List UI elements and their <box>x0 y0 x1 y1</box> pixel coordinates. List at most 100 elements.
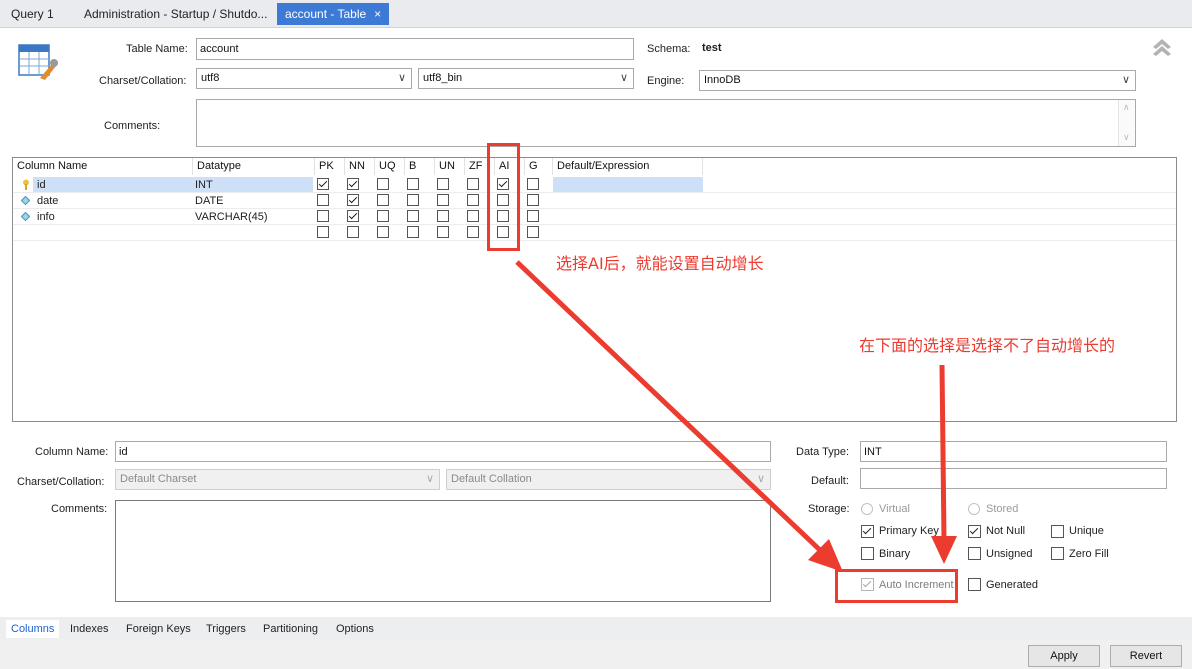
column-comments-label: Comments: <box>51 503 108 515</box>
g-checkbox[interactable] <box>527 178 539 190</box>
header-b[interactable]: B <box>405 158 435 175</box>
not-null-checkbox[interactable] <box>968 525 981 538</box>
column-name-label: Column Name: <box>35 446 109 458</box>
uq-checkbox[interactable] <box>377 178 389 190</box>
g-checkbox[interactable] <box>527 194 539 206</box>
b-checkbox[interactable] <box>407 226 419 238</box>
column-charset-value: Default Charset <box>120 473 197 485</box>
table-row[interactable]: date DATE <box>13 193 1176 209</box>
generated-label: Generated <box>986 579 1038 591</box>
revert-button[interactable]: Revert <box>1110 645 1182 667</box>
close-icon[interactable]: × <box>374 7 381 21</box>
charset-label: Charset/Collation: <box>99 75 187 87</box>
table-row-new[interactable] <box>13 225 1176 241</box>
tab-options[interactable]: Options <box>331 620 379 638</box>
table-row[interactable]: id INT <box>13 177 1176 193</box>
zero-fill-label: Zero Fill <box>1069 548 1109 560</box>
unique-label: Unique <box>1069 525 1104 537</box>
uq-checkbox[interactable] <box>377 226 389 238</box>
datatype-cell[interactable]: DATE <box>195 193 224 209</box>
un-checkbox[interactable] <box>437 210 449 222</box>
header-nn[interactable]: NN <box>345 158 375 175</box>
tab-account-table[interactable]: account - Table × <box>277 3 390 25</box>
tab-label: Query 1 <box>11 7 54 21</box>
tab-label: Administration - Startup / Shutdo... <box>84 7 268 21</box>
column-comments-textarea[interactable] <box>115 500 771 602</box>
header-datatype[interactable]: Datatype <box>193 158 315 175</box>
nn-checkbox[interactable] <box>347 194 359 206</box>
datatype-cell[interactable]: VARCHAR(45) <box>195 209 268 225</box>
pk-checkbox[interactable] <box>317 178 329 190</box>
tab-foreign-keys[interactable]: Foreign Keys <box>121 620 196 638</box>
nn-checkbox[interactable] <box>347 210 359 222</box>
column-charset-select[interactable]: Default Charset ∨ <box>115 469 440 490</box>
table-comments-label: Comments: <box>104 120 161 132</box>
engine-value: InnoDB <box>704 74 741 86</box>
auto-increment-highlight-box <box>835 569 958 603</box>
binary-checkbox[interactable] <box>861 547 874 560</box>
columns-grid[interactable]: Column Name Datatype PK NN UQ B UN ZF AI… <box>12 157 1177 422</box>
collapse-icon[interactable] <box>1151 36 1173 58</box>
apply-button[interactable]: Apply <box>1028 645 1100 667</box>
tab-administration[interactable]: Administration - Startup / Shutdo... <box>76 3 275 25</box>
b-checkbox[interactable] <box>407 210 419 222</box>
stored-label: Stored <box>986 503 1019 515</box>
unsigned-checkbox[interactable] <box>968 547 981 560</box>
annotation-note-below: 在下面的选择是选择不了自动增长的 <box>859 336 1116 355</box>
pk-checkbox[interactable] <box>317 194 329 206</box>
header-pk[interactable]: PK <box>315 158 345 175</box>
tab-partitioning[interactable]: Partitioning <box>258 620 323 638</box>
generated-checkbox[interactable] <box>968 578 981 591</box>
g-checkbox[interactable] <box>527 210 539 222</box>
column-name-cell[interactable]: date <box>37 193 58 209</box>
column-name-input[interactable]: id <box>115 441 771 462</box>
scrollbar[interactable]: ∧ ∨ <box>1118 100 1135 146</box>
tab-indexes[interactable]: Indexes <box>65 620 114 638</box>
column-name-cell[interactable]: info <box>37 209 55 225</box>
uq-checkbox[interactable] <box>377 210 389 222</box>
nn-checkbox[interactable] <box>347 226 359 238</box>
tab-triggers[interactable]: Triggers <box>201 620 251 638</box>
collation-select[interactable]: utf8_bin ∨ <box>418 68 634 89</box>
tab-columns[interactable]: Columns <box>6 620 60 638</box>
datatype-cell[interactable]: INT <box>195 177 213 193</box>
g-checkbox[interactable] <box>527 226 539 238</box>
stored-radio[interactable] <box>968 503 980 515</box>
header-un[interactable]: UN <box>435 158 465 175</box>
column-collation-select[interactable]: Default Collation ∨ <box>446 469 771 490</box>
header-default[interactable]: Default/Expression <box>553 158 703 175</box>
uq-checkbox[interactable] <box>377 194 389 206</box>
pk-checkbox[interactable] <box>317 226 329 238</box>
key-icon <box>22 179 30 191</box>
tab-query-1[interactable]: Query 1 <box>3 3 62 25</box>
zero-fill-checkbox[interactable] <box>1051 547 1064 560</box>
engine-select[interactable]: InnoDB ∨ <box>699 70 1136 91</box>
pk-checkbox[interactable] <box>317 210 329 222</box>
zf-checkbox[interactable] <box>467 210 479 222</box>
zf-checkbox[interactable] <box>467 226 479 238</box>
header-g[interactable]: G <box>525 158 553 175</box>
zf-checkbox[interactable] <box>467 178 479 190</box>
arrowhead <box>808 539 843 572</box>
b-checkbox[interactable] <box>407 194 419 206</box>
table-row[interactable]: info VARCHAR(45) <box>13 209 1176 225</box>
un-checkbox[interactable] <box>437 194 449 206</box>
unique-checkbox[interactable] <box>1051 525 1064 538</box>
header-uq[interactable]: UQ <box>375 158 405 175</box>
table-comments-textarea[interactable]: ∧ ∨ <box>196 99 1136 147</box>
zf-checkbox[interactable] <box>467 194 479 206</box>
header-column-name[interactable]: Column Name <box>13 158 193 175</box>
data-type-input[interactable]: INT <box>860 441 1167 462</box>
un-checkbox[interactable] <box>437 178 449 190</box>
virtual-radio[interactable] <box>861 503 873 515</box>
default-input[interactable] <box>860 468 1167 489</box>
nn-checkbox[interactable] <box>347 178 359 190</box>
column-charset-label: Charset/Collation: <box>17 476 105 488</box>
primary-key-checkbox[interactable] <box>861 525 874 538</box>
charset-select[interactable]: utf8 ∨ <box>196 68 412 89</box>
ai-column-highlight-box <box>487 143 520 251</box>
un-checkbox[interactable] <box>437 226 449 238</box>
table-name-input[interactable]: account <box>196 38 634 60</box>
b-checkbox[interactable] <box>407 178 419 190</box>
column-name-cell[interactable]: id <box>37 177 46 193</box>
